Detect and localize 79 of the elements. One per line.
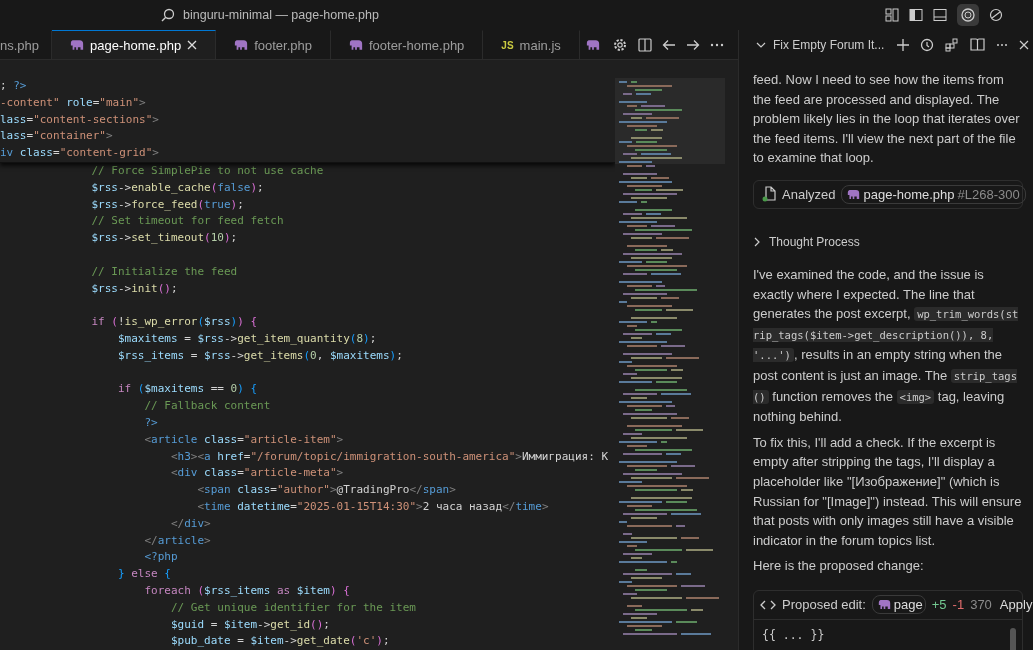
code-line: } else { xyxy=(116,566,172,583)
code-line: $maxitems = $rss->get_item_quantity(8); xyxy=(116,330,378,347)
code-line: </article> xyxy=(143,532,212,549)
added-count: +5 xyxy=(931,597,947,613)
code-line: $rss->set_timeout(10); xyxy=(90,230,239,247)
elephant-icon xyxy=(348,39,363,51)
back-arrow-icon[interactable] xyxy=(662,38,676,51)
forward-arrow-icon[interactable] xyxy=(686,38,700,51)
plus-icon[interactable] xyxy=(897,38,909,51)
thought-process-toggle[interactable]: Thought Process xyxy=(753,234,1023,249)
window-title: binguru-minimal — page-home.php xyxy=(183,8,379,22)
blocks-icon[interactable] xyxy=(945,37,959,52)
code-line: $rss->init(); xyxy=(90,280,179,297)
code-line: <div class="article-meta"> xyxy=(169,465,345,482)
chat-icon[interactable] xyxy=(957,4,979,26)
code-line: <time datetime="2025-01-15T14:30">2 часа назад</time> xyxy=(196,498,550,515)
close-icon[interactable] xyxy=(187,40,198,50)
elephant-icon xyxy=(585,39,600,51)
message-paragraph: feed. Now I need to see how the items from the feed are processed and displayed. The problem likely lies in the loop that iterates over the feed items. I'll view the next part of the file to examine that loop. xyxy=(753,71,1021,168)
editor-tab[interactable]: page-home.php xyxy=(52,30,217,59)
removed-count: -1 xyxy=(952,597,965,613)
code-line: <?php xyxy=(143,549,179,566)
code-line: $pub_date = $item->get_date('c'); xyxy=(169,633,391,650)
elephant-icon xyxy=(847,188,861,200)
js-file-icon: JS xyxy=(501,39,514,51)
sidebar-icon[interactable] xyxy=(909,8,923,22)
layout-icon[interactable] xyxy=(885,8,899,22)
code-line: // Fallback content xyxy=(143,398,272,415)
edit-label: Proposed edit: xyxy=(782,597,866,613)
chat-title: Fix Empty Forum It... xyxy=(773,37,885,52)
code-line: -content" role="main"> xyxy=(0,94,147,111)
code-line: <article class="article-item"> xyxy=(143,431,345,448)
code-line: <span class="author">@TradingPro</span> xyxy=(196,482,457,499)
file-icon xyxy=(762,186,776,203)
file-chip[interactable]: page-home.php #L268-300 xyxy=(841,184,1026,204)
file-chip[interactable]: page xyxy=(871,595,926,615)
code-line: $rss_items = $rss->get_items(0, $maxitems); xyxy=(116,347,404,364)
more-icon[interactable] xyxy=(710,42,724,47)
history-icon[interactable] xyxy=(920,37,934,52)
message-paragraph: To fix this, I'll add a check. If the excerpt is empty after stripping the tags, I'll display a placeholder like "[Изображение]" (which is Russian for "[Image]") instead. This will ensure that posts with only images still have a visible indicator in the forum topics list. xyxy=(753,433,1023,550)
code-line: foreach ($rss_items as $item) { xyxy=(143,582,351,599)
book-icon[interactable] xyxy=(970,38,985,51)
chevron-down-icon[interactable] xyxy=(756,41,766,48)
code-icon xyxy=(760,598,776,611)
editor-tab[interactable]: JS main.js xyxy=(483,30,580,59)
code-line: ; ?> xyxy=(0,78,28,94)
more-icon[interactable] xyxy=(996,42,1008,47)
code-line: $guid = $item->get_id(); xyxy=(169,616,331,633)
elephant-icon xyxy=(877,599,891,611)
code-line: lass="container"> xyxy=(0,128,114,145)
editor-tab[interactable]: footer.php xyxy=(216,30,331,59)
code-line: if (!is_wp_error($rss)) { xyxy=(90,314,259,331)
split-editor-icon[interactable] xyxy=(638,37,652,52)
code-line: $rss->enable_cache(false); xyxy=(90,179,265,196)
tool-label: Analyzed xyxy=(782,186,836,202)
code-line: iv class="content-grid"> xyxy=(0,145,160,162)
code-line: ?> xyxy=(143,414,159,431)
editor-tab[interactable]: footer-home.php xyxy=(330,30,484,59)
code-line: lass="content-sections"> xyxy=(0,111,160,128)
panel-icon[interactable] xyxy=(933,8,947,22)
elephant-icon xyxy=(234,39,249,51)
elephant-icon xyxy=(70,39,85,51)
code-line: </div> xyxy=(169,515,212,532)
code-line: <h3><a href="/forum/topic/immigration-south-america">Иммиграция: К xyxy=(169,448,610,465)
code-line: if ($maxitems == 0) { xyxy=(116,381,259,398)
chevron-right-icon xyxy=(753,236,761,247)
code-snippet: {{ ... }} xyxy=(762,627,825,642)
line-count: 370 xyxy=(970,597,992,613)
code-line: $rss->force_feed(true); xyxy=(90,196,245,213)
message-paragraph: Here is the proposed change: xyxy=(753,557,925,576)
code-line: // Force SimplePie to not use cache xyxy=(90,163,325,179)
code-line: // Initialize the feed xyxy=(90,263,239,280)
message-paragraph: I've examined the code, and the issue is exactly where I expected. The line that generates the post excerpt, wp_trim_words(strip_tags($item->get_description()), 8, '...') , results in an empty string when the post content is just an image. The strip_tags() function removes the <img> tag, leaving nothing behind. xyxy=(753,265,1020,427)
search-icon[interactable] xyxy=(161,8,175,22)
code-line: // Get unique identifier for the item xyxy=(169,599,417,616)
close-icon[interactable] xyxy=(1019,39,1029,50)
apply-button[interactable]: Apply xyxy=(997,597,1033,613)
code-line: // Set timeout for feed fetch xyxy=(90,213,285,230)
settings-icon[interactable] xyxy=(612,36,628,53)
